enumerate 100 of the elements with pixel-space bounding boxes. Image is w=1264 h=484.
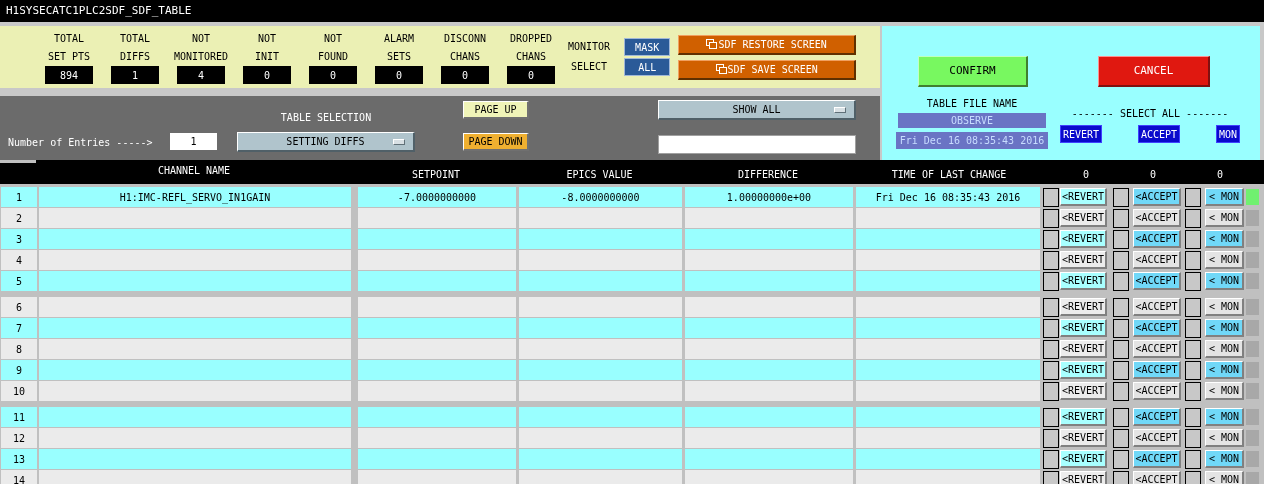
stat-value: 1 bbox=[111, 66, 159, 84]
checkbox[interactable] bbox=[1043, 381, 1059, 401]
checkbox[interactable] bbox=[1113, 449, 1129, 469]
row-action-button[interactable]: < MON bbox=[1205, 230, 1244, 248]
text-field[interactable] bbox=[658, 135, 856, 154]
checkbox[interactable] bbox=[1185, 470, 1201, 484]
checkbox[interactable] bbox=[1043, 407, 1059, 427]
row-action-button[interactable]: <ACCEPT bbox=[1133, 230, 1181, 248]
row-action-button[interactable]: <REVERT bbox=[1060, 298, 1107, 316]
row-action-button[interactable]: < MON bbox=[1205, 429, 1244, 447]
sdf-screen-button[interactable]: SDF RESTORE SCREEN bbox=[678, 34, 857, 55]
checkbox[interactable] bbox=[1113, 250, 1129, 270]
select-all-button[interactable]: MON bbox=[1215, 125, 1240, 143]
table-selection-menu[interactable]: SETTING DIFFS bbox=[237, 132, 415, 152]
checkbox[interactable] bbox=[1043, 428, 1059, 448]
checkbox[interactable] bbox=[1113, 318, 1129, 338]
row-action-button[interactable]: <REVERT bbox=[1060, 230, 1107, 248]
count-label: 0 bbox=[1149, 168, 1157, 182]
checkbox[interactable] bbox=[1043, 470, 1059, 484]
row-action-button[interactable]: < MON bbox=[1205, 471, 1244, 484]
checkbox[interactable] bbox=[1185, 407, 1201, 427]
row-action-button[interactable]: <ACCEPT bbox=[1133, 251, 1181, 269]
checkbox[interactable] bbox=[1185, 187, 1201, 207]
checkbox[interactable] bbox=[1185, 208, 1201, 228]
checkbox[interactable] bbox=[1043, 318, 1059, 338]
checkbox[interactable] bbox=[1185, 428, 1201, 448]
row-action-button[interactable]: <ACCEPT bbox=[1133, 382, 1181, 400]
checkbox[interactable] bbox=[1113, 187, 1129, 207]
row-action-button[interactable]: <REVERT bbox=[1060, 340, 1107, 358]
checkbox[interactable] bbox=[1113, 428, 1129, 448]
row-action-button[interactable]: <REVERT bbox=[1060, 450, 1107, 468]
row-action-button[interactable]: <REVERT bbox=[1060, 382, 1107, 400]
row-action-button[interactable]: <REVERT bbox=[1060, 429, 1107, 447]
checkbox[interactable] bbox=[1043, 229, 1059, 249]
checkbox[interactable] bbox=[1185, 449, 1201, 469]
row-action-button[interactable]: <REVERT bbox=[1060, 209, 1107, 227]
row-action-button[interactable]: < MON bbox=[1205, 319, 1244, 337]
row-action-button[interactable]: <REVERT bbox=[1060, 272, 1107, 290]
checkbox[interactable] bbox=[1185, 318, 1201, 338]
row-action-button[interactable]: <REVERT bbox=[1060, 471, 1107, 484]
row-action-button[interactable]: < MON bbox=[1205, 298, 1244, 316]
page-button[interactable]: PAGE UP bbox=[463, 101, 529, 119]
row-action-button[interactable]: < MON bbox=[1205, 450, 1244, 468]
row-action-button[interactable]: <ACCEPT bbox=[1133, 450, 1181, 468]
row-action-button[interactable]: <ACCEPT bbox=[1133, 188, 1181, 206]
page-button[interactable]: PAGE DOWN bbox=[463, 133, 529, 151]
row-action-button[interactable]: <REVERT bbox=[1060, 188, 1107, 206]
row-action-button[interactable]: <ACCEPT bbox=[1133, 272, 1181, 290]
row-action-button[interactable]: < MON bbox=[1205, 188, 1244, 206]
checkbox[interactable] bbox=[1043, 449, 1059, 469]
checkbox[interactable] bbox=[1043, 250, 1059, 270]
select-all-button[interactable]: REVERT bbox=[1060, 125, 1103, 143]
checkbox[interactable] bbox=[1185, 271, 1201, 291]
row-action-button[interactable]: < MON bbox=[1205, 361, 1244, 379]
row-action-button[interactable]: <REVERT bbox=[1060, 361, 1107, 379]
checkbox[interactable] bbox=[1113, 271, 1129, 291]
checkbox[interactable] bbox=[1043, 271, 1059, 291]
checkbox[interactable] bbox=[1185, 297, 1201, 317]
checkbox[interactable] bbox=[1185, 229, 1201, 249]
checkbox[interactable] bbox=[1185, 360, 1201, 380]
checkbox[interactable] bbox=[1113, 407, 1129, 427]
row-action-button[interactable]: < MON bbox=[1205, 272, 1244, 290]
checkbox[interactable] bbox=[1043, 360, 1059, 380]
row-action-button[interactable]: < MON bbox=[1205, 209, 1244, 227]
row-action-button[interactable]: < MON bbox=[1205, 340, 1244, 358]
row-action-button[interactable]: <ACCEPT bbox=[1133, 340, 1181, 358]
checkbox[interactable] bbox=[1113, 229, 1129, 249]
row-action-button[interactable]: < MON bbox=[1205, 408, 1244, 426]
monitor-select-button[interactable]: MASK bbox=[624, 38, 671, 56]
row-action-button[interactable]: <ACCEPT bbox=[1133, 471, 1181, 484]
row-action-button[interactable]: <REVERT bbox=[1060, 251, 1107, 269]
row-action-button[interactable]: <ACCEPT bbox=[1133, 361, 1181, 379]
cancel-button[interactable]: CANCEL bbox=[1098, 56, 1210, 87]
row-action-button[interactable]: <ACCEPT bbox=[1133, 319, 1181, 337]
row-action-button[interactable]: <ACCEPT bbox=[1133, 408, 1181, 426]
row-action-button[interactable]: <ACCEPT bbox=[1133, 298, 1181, 316]
checkbox[interactable] bbox=[1043, 187, 1059, 207]
checkbox[interactable] bbox=[1113, 360, 1129, 380]
confirm-button[interactable]: CONFIRM bbox=[918, 56, 1028, 87]
monitor-select-button[interactable]: ALL bbox=[624, 58, 671, 76]
row-action-button[interactable]: <ACCEPT bbox=[1133, 209, 1181, 227]
row-action-button[interactable]: < MON bbox=[1205, 251, 1244, 269]
checkbox[interactable] bbox=[1113, 470, 1129, 484]
sdf-screen-button[interactable]: SDF SAVE SCREEN bbox=[678, 59, 857, 80]
row-action-button[interactable]: < MON bbox=[1205, 382, 1244, 400]
row-action-button[interactable]: <REVERT bbox=[1060, 319, 1107, 337]
checkbox[interactable] bbox=[1113, 339, 1129, 359]
checkbox[interactable] bbox=[1113, 208, 1129, 228]
checkbox[interactable] bbox=[1113, 381, 1129, 401]
checkbox[interactable] bbox=[1185, 381, 1201, 401]
row-action-button[interactable]: <REVERT bbox=[1060, 408, 1107, 426]
checkbox[interactable] bbox=[1185, 250, 1201, 270]
checkbox[interactable] bbox=[1043, 339, 1059, 359]
checkbox[interactable] bbox=[1113, 297, 1129, 317]
select-all-button[interactable]: ACCEPT bbox=[1137, 125, 1181, 143]
filter-menu[interactable]: SHOW ALL bbox=[658, 100, 856, 120]
row-action-button[interactable]: <ACCEPT bbox=[1133, 429, 1181, 447]
checkbox[interactable] bbox=[1043, 297, 1059, 317]
checkbox[interactable] bbox=[1043, 208, 1059, 228]
checkbox[interactable] bbox=[1185, 339, 1201, 359]
